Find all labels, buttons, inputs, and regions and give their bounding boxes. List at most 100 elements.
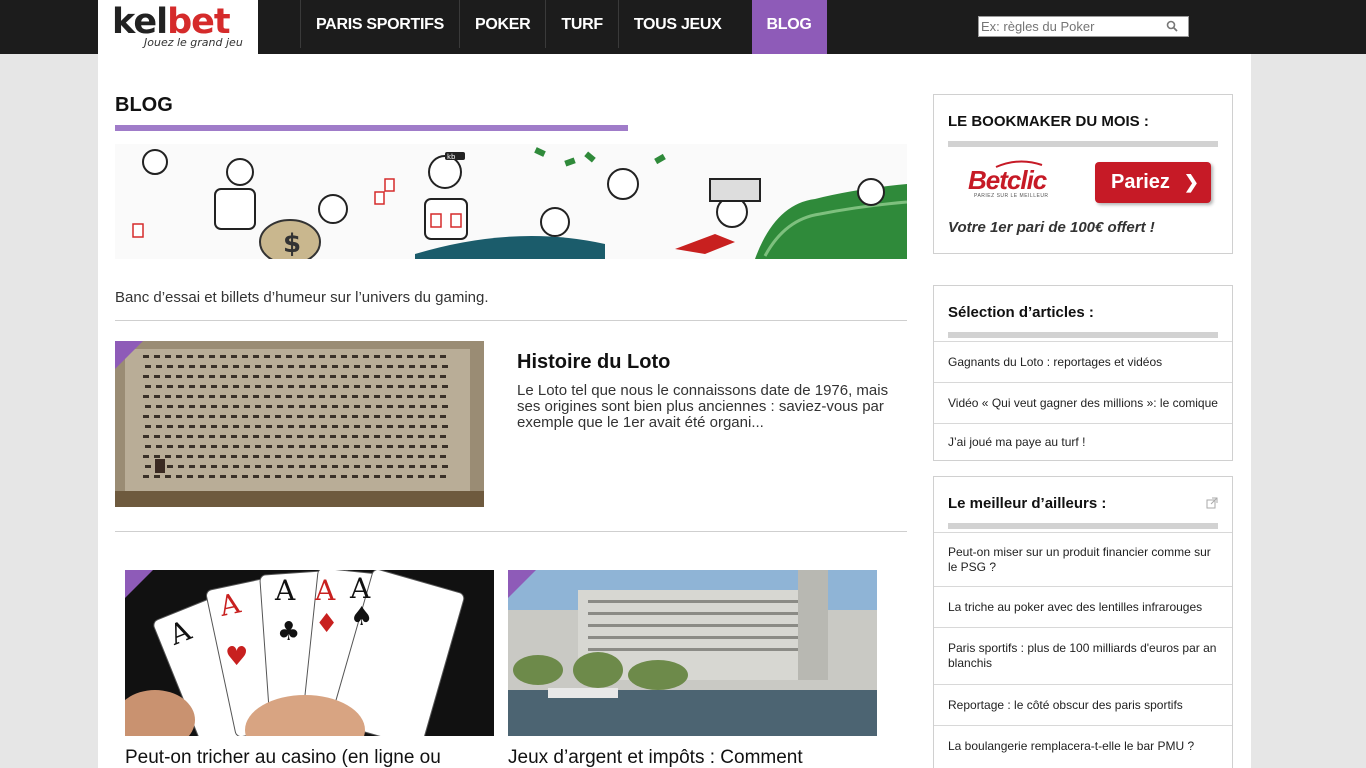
stone-hole [409, 465, 415, 468]
stone-hole [429, 475, 435, 478]
stone-hole [407, 375, 413, 378]
stone-hole [187, 395, 193, 398]
stone-hole [420, 405, 426, 408]
stone-hole [330, 355, 336, 358]
stone-hole [264, 475, 270, 478]
stone-hole [154, 355, 160, 358]
stone-hole [165, 435, 171, 438]
elsewhere-link[interactable]: La boulangerie remplacera-t-elle le bar … [934, 725, 1232, 766]
stone-hole [264, 355, 270, 358]
stone-hole [156, 385, 162, 388]
stone-hole [275, 395, 281, 398]
stone-hole [409, 445, 415, 448]
featured-article-image[interactable] [115, 341, 484, 507]
stone-hole [255, 405, 261, 408]
page-content: BLOG $ kb Banc d’essai et billets d’hume… [98, 54, 1251, 768]
stone-hole [418, 375, 424, 378]
article-card-image[interactable]: A A A A A ♥ ♣ ♦ ♠ [125, 570, 494, 736]
nav-poker[interactable]: POKER [458, 0, 545, 48]
stone-hole [418, 455, 424, 458]
nav-paris-sportifs[interactable]: PARIS SPORTIFS [300, 0, 459, 48]
stone-hole [343, 385, 349, 388]
stone-hole [233, 465, 239, 468]
featured-article-title[interactable]: Histoire du Loto [517, 351, 670, 374]
stone-hole [165, 475, 171, 478]
stone-hole [198, 475, 204, 478]
stone-hole [418, 355, 424, 358]
stone-hole [176, 375, 182, 378]
stone-hole [332, 405, 338, 408]
article-corner-tag [508, 570, 536, 598]
elsewhere-link[interactable]: Reportage : le côté obscur des paris spo… [934, 684, 1232, 725]
stone-hole [387, 365, 393, 368]
stone-hole [352, 375, 358, 378]
pariez-button[interactable]: Pariez ❯ [1095, 162, 1211, 203]
article-card-image[interactable] [508, 570, 877, 736]
betclic-logo[interactable]: Betclic [968, 165, 1047, 196]
stone-hole [418, 475, 424, 478]
stone-hole [407, 395, 413, 398]
selection-link[interactable]: Gagnants du Loto : reportages et vidéos [934, 341, 1232, 382]
stone-hole [154, 395, 160, 398]
heading-underline [948, 332, 1218, 338]
stone-hole [440, 455, 446, 458]
stone-hole [143, 475, 149, 478]
stone-hole [330, 475, 336, 478]
stone-hole [363, 415, 369, 418]
stone-hole [165, 415, 171, 418]
search-icon[interactable] [1166, 20, 1178, 32]
stone-hole [431, 385, 437, 388]
article-card-title[interactable]: Jeux d’argent et impôts : Comment [508, 747, 803, 768]
elsewhere-link[interactable]: Peut-on miser sur un produit financier c… [934, 532, 1232, 586]
stone-hole [354, 425, 360, 428]
stone-hole [143, 415, 149, 418]
kelbet-logo[interactable]: kelbet Jouez le grand jeu [98, 0, 258, 74]
stone-hole [387, 465, 393, 468]
nav-turf[interactable]: TURF [545, 0, 617, 48]
selection-link[interactable]: J’ai joué ma paye au turf ! [934, 423, 1232, 461]
stone-hole [222, 445, 228, 448]
external-link-icon [1206, 497, 1218, 509]
stone-hole [387, 385, 393, 388]
selection-link[interactable]: Vidéo « Qui veut gagner des millions »: … [934, 382, 1232, 423]
stone-hole [277, 445, 283, 448]
stone-hole [233, 405, 239, 408]
stone-hole [418, 415, 424, 418]
stone-hole [176, 415, 182, 418]
elsewhere-link[interactable]: La triche au poker avec des lentilles in… [934, 586, 1232, 627]
stone-hole [297, 395, 303, 398]
stone-hole [187, 415, 193, 418]
stone-hole [288, 465, 294, 468]
stone-hole [286, 375, 292, 378]
stone-hole [420, 445, 426, 448]
svg-text:♦: ♦ [315, 609, 338, 639]
stone-hole [231, 475, 237, 478]
stone-hole [332, 385, 338, 388]
stone-hole [332, 445, 338, 448]
elsewhere-heading: Le meilleur d’ailleurs : [948, 495, 1107, 512]
stone-hole [244, 445, 250, 448]
stone-hole [385, 455, 391, 458]
stone-hole [165, 355, 171, 358]
search-input[interactable] [979, 17, 1159, 36]
stone-hole [332, 425, 338, 428]
article-card-title[interactable]: Peut-on tricher au casino (en ligne ou [125, 747, 441, 768]
nav-tous-jeux[interactable]: TOUS JEUX [617, 0, 737, 48]
stone-hole [209, 415, 215, 418]
stone-hole [231, 395, 237, 398]
stone-hole [266, 465, 272, 468]
stone-hole [143, 455, 149, 458]
stone-hole [365, 385, 371, 388]
stone-hole [354, 405, 360, 408]
stone-hole [242, 455, 248, 458]
nav-blog[interactable]: BLOG [751, 0, 827, 58]
stone-hole [187, 355, 193, 358]
elsewhere-link[interactable]: Paris sportifs : plus de 100 milliards d… [934, 627, 1232, 684]
stone-hole [308, 475, 314, 478]
stone-hole [440, 395, 446, 398]
stone-hole [198, 435, 204, 438]
stone-hole [396, 355, 402, 358]
stone-hole [167, 425, 173, 428]
svg-text:$: $ [283, 229, 301, 259]
stone-hole [220, 355, 226, 358]
